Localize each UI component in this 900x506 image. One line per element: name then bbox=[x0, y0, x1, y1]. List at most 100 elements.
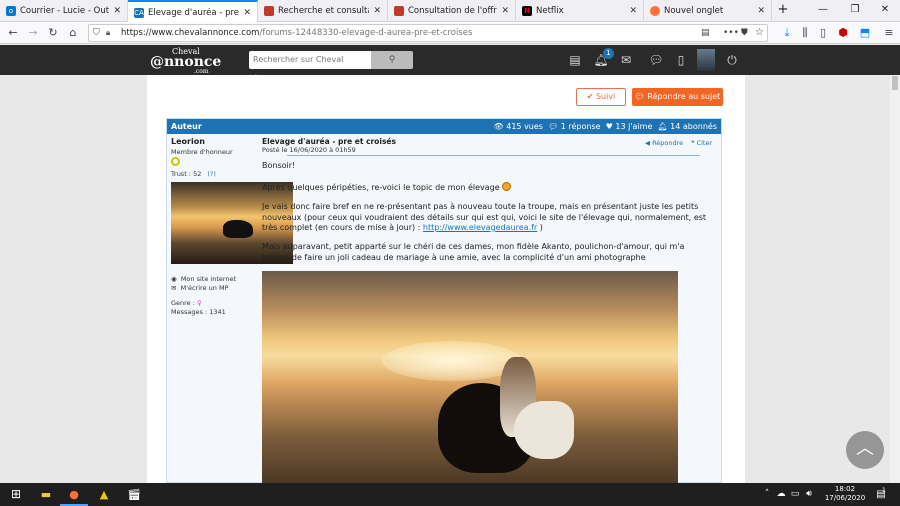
tray-chevron-icon[interactable]: ˄ bbox=[760, 483, 774, 506]
tab-netflix[interactable]: N Netflix ✕ bbox=[516, 0, 644, 22]
eye-icon: 👁︎ bbox=[493, 122, 504, 131]
follow-button[interactable]: ✔ Suivi bbox=[576, 88, 626, 106]
document-icon[interactable]: ▯ bbox=[673, 52, 689, 68]
adblock-icon[interactable]: ⬢ bbox=[834, 24, 852, 42]
sidebar-icon[interactable]: ▯ bbox=[814, 24, 832, 42]
quote-icon: ❝ bbox=[691, 139, 695, 147]
post-paragraph-1: Après quelques péripéties, re-voici le t… bbox=[262, 182, 512, 194]
file-explorer-icon[interactable]: ▬ bbox=[32, 483, 60, 506]
post-photo bbox=[262, 271, 678, 483]
forward-icon[interactable]: → bbox=[24, 24, 42, 42]
restore-icon[interactable]: ❐ bbox=[840, 0, 870, 22]
pocket-icon[interactable]: ⛊ bbox=[741, 25, 748, 41]
clock[interactable]: 18:02 17/06/2020 bbox=[822, 485, 868, 503]
reply-topic-button[interactable]: 💬︎ Répondre au sujet bbox=[632, 88, 723, 106]
action-center-icon[interactable]: ▤ bbox=[872, 483, 890, 506]
close-icon[interactable]: ✕ bbox=[243, 8, 251, 18]
close-icon[interactable]: ✕ bbox=[501, 6, 509, 16]
back-icon[interactable]: ← bbox=[4, 24, 22, 42]
envelope-icon: ✉ bbox=[171, 284, 177, 292]
post-quote-link[interactable]: ❝ Citer bbox=[691, 139, 712, 147]
reader-view-icon[interactable]: ▤ bbox=[701, 25, 710, 41]
dress-silhouette bbox=[514, 401, 574, 459]
outlook-icon: o bbox=[6, 6, 16, 16]
website-link[interactable]: ◉ Mon site internet bbox=[171, 275, 236, 283]
scrollbar[interactable] bbox=[890, 75, 900, 483]
page-actions-icon[interactable]: ••• bbox=[723, 25, 739, 41]
logo-main: @nnonce bbox=[150, 54, 222, 70]
chevalannonce-icon: CA bbox=[134, 7, 144, 18]
views-count: 415 vues bbox=[506, 122, 543, 131]
tray-app-icon[interactable]: ☁ bbox=[774, 483, 788, 506]
horse-silhouette bbox=[223, 220, 253, 238]
reload-icon[interactable]: ↻ bbox=[44, 24, 62, 42]
scroll-to-top-button[interactable]: ︿ bbox=[846, 431, 884, 469]
windows-start-icon[interactable]: ⊞ bbox=[2, 483, 30, 506]
download-icon[interactable]: ⤓ bbox=[778, 24, 796, 42]
tab-recherche[interactable]: Recherche et consultation d ✕ bbox=[258, 0, 388, 22]
likes-count: 13 j'aime bbox=[615, 122, 653, 131]
post-paragraph-3: Mais auparavant, petit apparté sur le ch… bbox=[262, 242, 685, 262]
gender-label: Genre : bbox=[171, 299, 195, 307]
close-icon[interactable]: ✕ bbox=[757, 6, 765, 16]
smiley-icon bbox=[502, 182, 512, 191]
bell-icon: 🔔︎ bbox=[657, 122, 668, 131]
post-divider bbox=[287, 155, 700, 156]
trust-help-link[interactable]: (?) bbox=[207, 170, 216, 178]
scrollbar-thumb[interactable] bbox=[892, 76, 898, 90]
new-tab-button[interactable]: + bbox=[772, 0, 794, 22]
pole-emploi-icon bbox=[394, 6, 404, 16]
post-reply-label: Répondre bbox=[652, 139, 684, 147]
trust-score: Trust : 52 (?) bbox=[171, 170, 216, 178]
network-icon[interactable]: ▭ bbox=[788, 483, 802, 506]
video-app-icon[interactable]: 🎬︎ bbox=[120, 483, 148, 506]
chat-icon[interactable]: 💬︎ bbox=[645, 52, 667, 68]
tab-elevage[interactable]: CA Elevage d'auréa - pre et cro ✕ bbox=[128, 0, 258, 23]
menu-icon[interactable]: ≡ bbox=[880, 24, 898, 42]
window-close-icon[interactable]: ✕ bbox=[870, 0, 900, 22]
post-reply-link[interactable]: ◀ Répondre bbox=[645, 139, 683, 147]
url-bar[interactable]: ⛉ 🔒︎ https://www.chevalannonce.com/forum… bbox=[88, 24, 768, 42]
extension-icon[interactable]: ⬒ bbox=[856, 24, 874, 42]
close-icon[interactable]: ✕ bbox=[629, 6, 637, 16]
female-icon: ♀ bbox=[197, 299, 202, 307]
home-icon[interactable]: ⌂ bbox=[64, 24, 82, 42]
tab-outlook[interactable]: o Courrier - Lucie - Outlook ✕ bbox=[0, 0, 128, 22]
action-center-badge: 1 bbox=[882, 487, 886, 494]
search-button[interactable]: ⚲ bbox=[371, 51, 413, 69]
tab-consultation[interactable]: Consultation de l'offre OM ✕ bbox=[388, 0, 516, 22]
author-name[interactable]: Leorion bbox=[171, 137, 205, 146]
post-date: Posté le 16/06/2020 à 01h59 bbox=[262, 146, 356, 154]
search-input[interactable]: Rechercher sur Cheval Annonce bbox=[249, 51, 371, 82]
firefox-taskbar-icon[interactable]: ● bbox=[60, 483, 88, 506]
site-header: Cheval @nnonce .com Rechercher sur Cheva… bbox=[0, 45, 900, 82]
site-logo[interactable]: Cheval @nnonce .com bbox=[150, 47, 230, 75]
volume-icon[interactable]: 🔊︎ bbox=[802, 483, 816, 506]
reply-topic-label: Répondre au sujet bbox=[647, 92, 721, 101]
minimize-icon[interactable]: — bbox=[808, 0, 838, 22]
mail-icon[interactable]: ✉ bbox=[618, 52, 634, 68]
post-box: Auteur 👁︎ 415 vues 💬︎ 1 réponse ♥ 13 j'a… bbox=[166, 118, 722, 483]
close-icon[interactable]: ✕ bbox=[113, 6, 121, 16]
lock-icon[interactable]: 🔒︎ bbox=[106, 25, 110, 41]
rank-badge-icon bbox=[171, 157, 180, 166]
bookmark-star-icon[interactable]: ☆ bbox=[755, 25, 764, 41]
listings-icon[interactable]: ▤ bbox=[567, 52, 583, 68]
post-paragraph-2-end: ) bbox=[539, 223, 543, 232]
elevage-link[interactable]: http://www.elevagedaurea.fr bbox=[423, 223, 537, 232]
avatar[interactable] bbox=[697, 49, 715, 71]
write-mp-link[interactable]: ✉ M'écrire un MP bbox=[171, 284, 228, 292]
power-icon[interactable]: ⏻ bbox=[724, 52, 740, 68]
close-icon[interactable]: ✕ bbox=[373, 6, 381, 16]
gender: Genre : ♀ bbox=[171, 299, 202, 307]
chevron-up-icon: ︿ bbox=[856, 438, 874, 459]
app-icon[interactable]: ▲ bbox=[90, 483, 118, 506]
shield-icon[interactable]: ⛉ bbox=[93, 25, 100, 41]
library-icon[interactable]: ⫼ bbox=[796, 24, 814, 42]
tab-nouvel-onglet[interactable]: Nouvel onglet ✕ bbox=[644, 0, 772, 22]
page-content: ✔ Suivi 💬︎ Répondre au sujet Auteur 👁︎ 4… bbox=[0, 75, 890, 483]
tab-title: Elevage d'auréa - pre et cro bbox=[148, 7, 240, 18]
tab-title: Recherche et consultation d bbox=[278, 6, 369, 16]
thread-header: Auteur 👁︎ 415 vues 💬︎ 1 réponse ♥ 13 j'a… bbox=[167, 119, 721, 134]
tab-title: Courrier - Lucie - Outlook bbox=[20, 6, 110, 16]
